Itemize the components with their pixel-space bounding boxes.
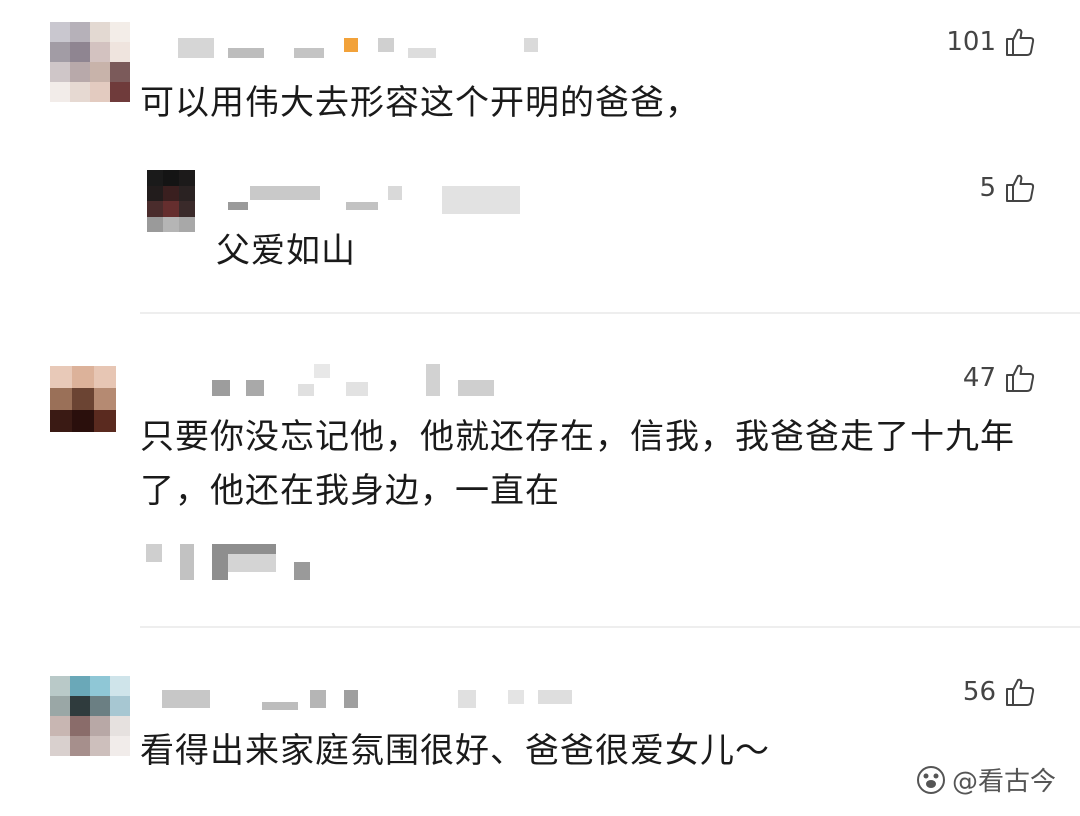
thumbs-up-icon — [1006, 28, 1035, 56]
avatar[interactable] — [50, 366, 116, 432]
like-count: 101 — [946, 27, 996, 57]
reply-like-button[interactable]: 5 — [979, 172, 1036, 204]
thumbs-up-icon — [1006, 174, 1035, 202]
comment-item: 可以用伟大去形容这个开明的爸爸， 101 父爱如山 5 — [0, 0, 1080, 310]
like-button[interactable]: 56 — [963, 676, 1036, 708]
username-redacted[interactable] — [212, 364, 512, 396]
comment-text: 看得出来家庭氛围很好、爸爸很爱女儿～ — [140, 731, 770, 771]
reply-text: 父爱如山 — [216, 231, 356, 271]
like-button[interactable]: 101 — [946, 26, 1036, 58]
reply-avatar[interactable] — [147, 170, 195, 232]
avatar[interactable] — [50, 22, 130, 102]
redacted-text — [146, 544, 326, 580]
reply-username-redacted[interactable] — [228, 186, 528, 214]
watermark: @看古今 — [916, 761, 1056, 798]
like-count: 47 — [962, 363, 996, 393]
username-redacted[interactable] — [162, 690, 582, 710]
paw-logo-icon — [916, 765, 945, 794]
comment-text: 只要你没忘记他，他就还存在，信我，我爸爸走了十九年了，他还在我身边，一直在 — [140, 417, 1015, 511]
reply-like-count: 5 — [979, 173, 996, 203]
watermark-text: @看古今 — [951, 767, 1056, 797]
comment-text: 可以用伟大去形容这个开明的爸爸， — [140, 83, 700, 123]
thumbs-up-icon — [1006, 678, 1035, 706]
comment-item: 只要你没忘记他，他就还存在，信我，我爸爸走了十九年了，他还在我身边，一直在 47 — [0, 314, 1080, 626]
like-button[interactable]: 47 — [963, 362, 1036, 394]
username-redacted[interactable] — [178, 38, 548, 58]
thumbs-up-icon — [1006, 364, 1035, 392]
like-count: 56 — [962, 677, 996, 707]
avatar[interactable] — [50, 676, 130, 756]
